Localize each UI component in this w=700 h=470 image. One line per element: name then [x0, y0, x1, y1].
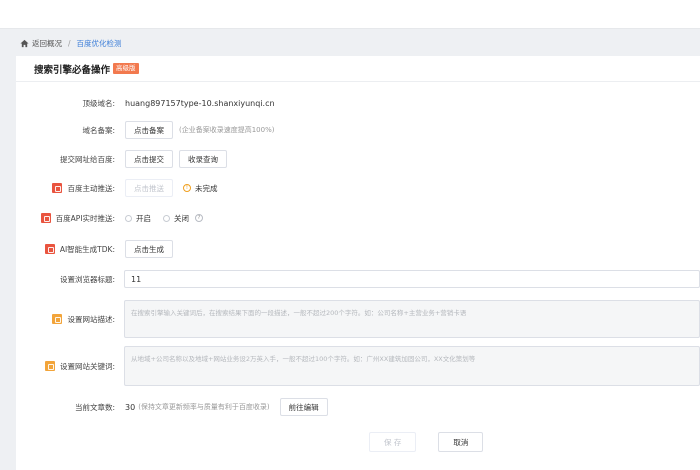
- breadcrumb-current: 百度优化检测: [76, 38, 122, 48]
- domain-row: 顶级域名: huang897157type-10.shanxiyunqi.cn: [16, 94, 700, 112]
- keywords-row: 设置网站关键词: 从地域+公司名称以及地域+网站业务设2万英入手，一般不超过10…: [16, 346, 700, 386]
- api-radio-on[interactable]: 开启: [125, 213, 151, 224]
- push-label: 百度主动推送:: [52, 183, 115, 194]
- push-status-text: 未完成: [195, 183, 218, 193]
- keywords-label-text: 设置网站关键词:: [59, 361, 115, 371]
- record-button[interactable]: 点击备案: [125, 121, 173, 139]
- push-button[interactable]: 点击推送: [125, 179, 173, 197]
- save-button[interactable]: 保 存: [369, 432, 417, 452]
- tdk-label: AI智能生成TDK:: [44, 244, 115, 255]
- articles-hint: (保持文章更新频率与质量有利于百度收录): [138, 403, 270, 411]
- form-footer: 保 存 取消: [369, 432, 505, 452]
- site-description-textarea[interactable]: 在搜索引擎输入关键词后，在搜索结果下面的一段描述，一般不超过200个字符。如：公…: [124, 300, 700, 338]
- site-keywords-textarea[interactable]: 从地域+公司名称以及地域+网站业务设2万英入手，一般不超过100个字符。如：广州…: [124, 346, 700, 386]
- breadcrumb-back-link[interactable]: 返回概况: [32, 38, 62, 49]
- home-icon: [20, 39, 29, 47]
- api-label-text: 百度API实时推送:: [55, 213, 115, 223]
- keywords-label: 设置网站关键词:: [44, 361, 115, 372]
- tdk-label-text: AI智能生成TDK:: [59, 244, 115, 254]
- articles-row: 当前文章数: 30 (保持文章更新频率与质量有利于百度收录) 前往编辑: [16, 398, 700, 416]
- desc-icon: [52, 314, 63, 324]
- card-header: 搜索引擎必备操作 高级版: [16, 56, 700, 82]
- push-status: ! 未完成: [183, 183, 218, 194]
- go-edit-button[interactable]: 前往编辑: [279, 398, 328, 416]
- submit-label: 提交网址给百度:: [59, 154, 115, 164]
- domain-label: 顶级域名:: [82, 98, 115, 108]
- premium-badge: 高级版: [113, 63, 139, 74]
- seo-settings-card: 搜索引擎必备操作 高级版 顶级域名: huang897157type-10.sh…: [16, 56, 700, 470]
- record-hint: (企业备案收录速度提高100%): [179, 126, 275, 134]
- cancel-button[interactable]: 取消: [438, 432, 484, 452]
- api-row: 百度API实时推送: 开启 关闭 ?: [16, 210, 700, 226]
- breadcrumb-separator: /: [68, 38, 71, 48]
- keywords-icon: [44, 361, 55, 371]
- push-icon: [52, 183, 63, 193]
- title-row: 设置浏览器标题: 11: [16, 270, 700, 288]
- desc-row: 设置网站描述: 在搜索引擎输入关键词后，在搜索结果下面的一段描述，一般不超过20…: [16, 300, 700, 338]
- api-label: 百度API实时推送:: [40, 213, 115, 224]
- article-count: 30: [125, 402, 136, 412]
- api-off-text: 关闭: [174, 213, 189, 223]
- push-label-text: 百度主动推送:: [67, 183, 115, 193]
- api-radio-off[interactable]: 关闭: [163, 213, 189, 224]
- domain-value: huang897157type-10.shanxiyunqi.cn: [125, 98, 275, 108]
- tdk-row: AI智能生成TDK: 点击生成: [16, 240, 700, 258]
- tdk-generate-button[interactable]: 点击生成: [125, 240, 173, 258]
- record-row: 域名备案: 点击备案 (企业备案收录速度提高100%): [16, 121, 700, 139]
- index-query-button[interactable]: 收录查询: [179, 150, 227, 168]
- tdk-icon: [44, 244, 55, 254]
- api-on-text: 开启: [136, 213, 151, 223]
- desc-label: 设置网站描述:: [52, 314, 115, 325]
- warning-icon: !: [183, 184, 191, 192]
- top-bar: [0, 0, 700, 29]
- record-label: 域名备案:: [82, 125, 115, 135]
- help-icon[interactable]: ?: [195, 214, 203, 222]
- card-title: 搜索引擎必备操作: [34, 64, 111, 76]
- radio-circle: [163, 214, 170, 222]
- articles-label: 当前文章数:: [74, 402, 115, 412]
- api-icon: [40, 213, 51, 223]
- browser-title-input[interactable]: 11: [124, 270, 700, 288]
- desc-label-text: 设置网站描述:: [67, 314, 115, 324]
- breadcrumb: 返回概况 / 百度优化检测: [20, 36, 122, 50]
- submit-button[interactable]: 点击提交: [125, 150, 173, 168]
- submit-row: 提交网址给百度: 点击提交 收录查询: [16, 150, 700, 168]
- radio-circle: [125, 214, 132, 222]
- push-row: 百度主动推送: 点击推送 ! 未完成: [16, 179, 700, 197]
- title-label: 设置浏览器标题:: [59, 274, 115, 284]
